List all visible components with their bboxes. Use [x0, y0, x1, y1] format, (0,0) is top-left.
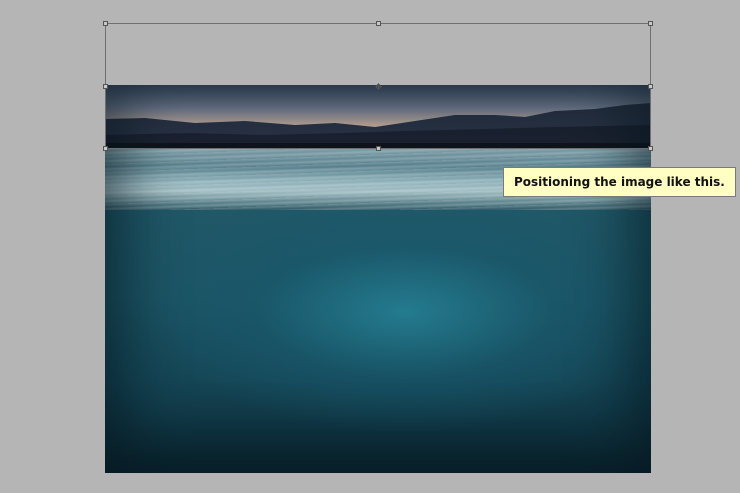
transform-handle-bottom-center[interactable] [376, 146, 381, 151]
transform-handle-top-center[interactable] [376, 21, 381, 26]
underwater-layer [105, 205, 651, 473]
transform-handle-top-right[interactable] [648, 21, 653, 26]
transform-handle-middle-right[interactable] [648, 84, 653, 89]
workspace: Positioning the image like this. [0, 0, 740, 493]
transform-handle-bottom-right[interactable] [648, 146, 653, 151]
transform-handle-bottom-left[interactable] [103, 146, 108, 151]
crosshair-icon[interactable] [375, 83, 382, 90]
transform-handle-middle-left[interactable] [103, 84, 108, 89]
annotation-tooltip: Positioning the image like this. [503, 167, 736, 197]
transform-handle-top-left[interactable] [103, 21, 108, 26]
